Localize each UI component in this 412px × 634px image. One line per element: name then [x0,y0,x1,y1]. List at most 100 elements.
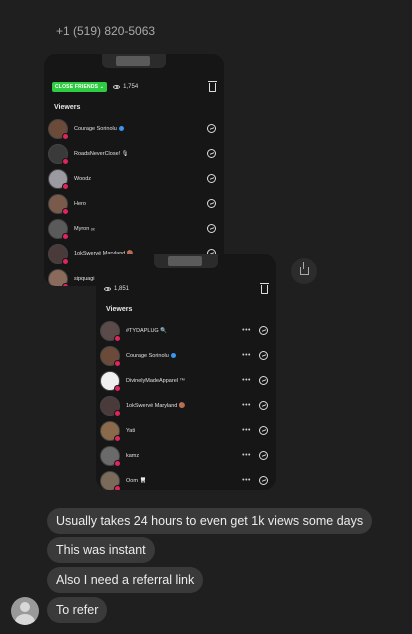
row-actions [207,174,216,183]
messenger-icon[interactable] [259,426,268,435]
viewer-avatar[interactable] [100,395,121,417]
viewer-name[interactable]: Courage Sorinolu [126,353,169,359]
story-thumbnail [116,56,150,66]
more-options-icon[interactable]: ••• [242,377,251,384]
viewer-row[interactable]: Hero [48,191,216,216]
messenger-icon[interactable] [259,351,268,360]
heart-icon [114,459,121,467]
viewer-name[interactable]: kamz [126,453,139,459]
story-screenshot-1[interactable]: CLOSE FRIENDS ⌄ 1,754 Viewers Courage So… [44,54,224,286]
viewer-avatar[interactable] [48,193,69,215]
heart-icon [62,182,69,190]
more-options-icon[interactable]: ••• [242,352,251,359]
viewer-avatar[interactable] [100,370,121,392]
viewer-avatar[interactable] [100,445,121,467]
heart-icon [114,359,121,367]
story-notch [154,254,218,268]
messenger-icon[interactable] [259,326,268,335]
viewers-title: Viewers [54,104,81,111]
more-options-icon[interactable]: ••• [242,327,251,334]
viewer-avatar[interactable] [48,243,69,265]
heart-icon [62,232,69,240]
view-count-value: 1,851 [114,286,130,292]
story-thumbnail [168,256,202,266]
share-button[interactable] [291,258,317,284]
heart-icon [114,334,121,342]
viewer-name[interactable]: Oom 🦷 [126,478,146,484]
row-actions [207,224,216,233]
row-actions: ••• [242,401,268,410]
viewer-name[interactable]: Courage Sorinolu [74,126,117,132]
viewer-avatar[interactable] [48,118,69,140]
viewer-avatar[interactable] [100,470,121,490]
message-bubble[interactable]: Usually takes 24 hours to even get 1k vi… [47,508,373,534]
row-actions: ••• [242,426,268,435]
story-header: CLOSE FRIENDS ⌄ 1,754 [52,80,217,94]
trash-icon [260,282,269,294]
messenger-icon[interactable] [259,376,268,385]
message-bubble[interactable]: Also I need a referral link [47,567,204,593]
viewer-name[interactable]: RoadsNeverClose! 🎙 [74,151,129,157]
share-icon [299,262,309,275]
sender-avatar[interactable] [11,597,39,625]
messenger-icon[interactable] [259,476,268,485]
viewer-avatar[interactable] [100,320,121,342]
viewer-avatar[interactable] [48,168,69,190]
verified-badge-icon [170,353,176,358]
story-screenshot-2[interactable]: 1,851 Viewers #TYDAPLUG 🔍 ••• Courage Sori… [96,254,276,490]
viewer-name[interactable]: Woodz [74,176,91,182]
viewer-row[interactable]: Courage Sorinolu [48,116,216,141]
row-actions [207,149,216,158]
viewer-row[interactable]: Courage Sorinolu ••• [100,343,268,368]
more-options-icon[interactable]: ••• [242,452,251,459]
message-bubble[interactable]: This was instant [47,537,155,563]
messenger-icon[interactable] [207,199,216,208]
viewer-row[interactable]: DivinelyMadeApparel ™ ••• [100,368,268,393]
viewer-row[interactable]: Myron ₒₓ [48,216,216,241]
viewer-name[interactable]: Yati [126,428,135,434]
row-actions: ••• [242,326,268,335]
viewer-name[interactable]: DivinelyMadeApparel ™ [126,378,185,384]
viewer-avatar[interactable] [48,268,69,286]
more-options-icon[interactable]: ••• [242,427,251,434]
viewer-row[interactable]: RoadsNeverClose! 🎙 [48,141,216,166]
viewer-avatar[interactable] [48,143,69,165]
eye-icon [104,287,111,291]
viewer-row[interactable]: kamz ••• [100,443,268,468]
row-actions: ••• [242,451,268,460]
more-options-icon[interactable]: ••• [242,402,251,409]
viewer-row[interactable]: #TYDAPLUG 🔍 ••• [100,318,268,343]
messenger-icon[interactable] [259,401,268,410]
viewer-name[interactable]: Myron ₒₓ [74,226,95,232]
viewer-name[interactable]: Hero [74,201,86,207]
viewer-row[interactable]: Yati ••• [100,418,268,443]
messenger-icon[interactable] [207,174,216,183]
heart-icon [62,157,69,165]
viewer-row[interactable]: Woodz [48,166,216,191]
viewer-name[interactable]: #TYDAPLUG 🔍 [126,328,167,334]
message-bubble[interactable]: To refer [47,597,108,623]
viewer-row[interactable]: 1okSwervé Maryland 🟤 ••• [100,393,268,418]
heart-icon [114,484,121,490]
heart-icon [114,409,121,417]
viewer-row[interactable]: Oom 🦷 ••• [100,468,268,490]
viewer-avatar[interactable] [100,420,121,442]
viewer-avatar[interactable] [100,345,121,367]
row-actions [207,199,216,208]
story-notch [102,54,166,68]
viewer-avatar[interactable] [48,218,69,240]
viewer-name[interactable]: 1okSwervé Maryland 🟤 [126,403,186,409]
heart-icon [114,434,121,442]
row-actions: ••• [242,376,268,385]
heart-icon [114,384,121,392]
row-actions: ••• [242,476,268,485]
viewer-name[interactable]: sipquagi [74,276,95,282]
messenger-icon[interactable] [259,451,268,460]
row-actions: ••• [242,351,268,360]
messenger-icon[interactable] [207,149,216,158]
messenger-icon[interactable] [207,124,216,133]
view-count: 1,754 [113,84,138,90]
more-options-icon[interactable]: ••• [242,477,251,484]
viewer-list: #TYDAPLUG 🔍 ••• Courage Sorinolu ••• Divinel… [100,318,268,490]
messenger-icon[interactable] [207,224,216,233]
